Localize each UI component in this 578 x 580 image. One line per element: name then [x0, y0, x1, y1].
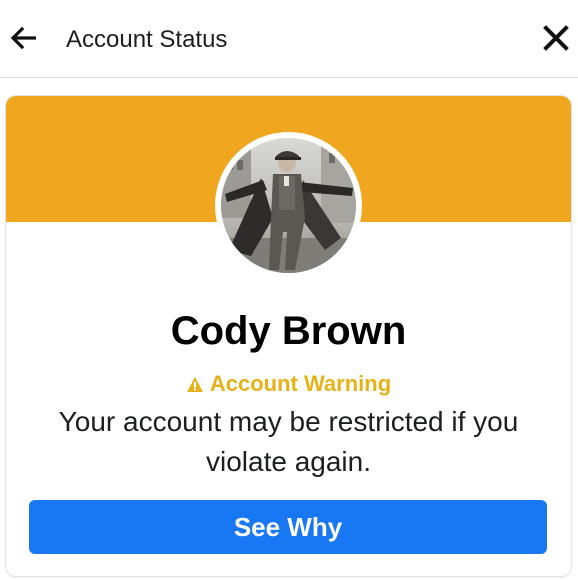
profile-name: Cody Brown: [170, 309, 407, 353]
warning-message: Your account may be restricted if you vi…: [58, 406, 519, 477]
arrow-left-icon: [10, 26, 36, 50]
top-bar: Account Status: [0, 0, 578, 78]
profile-photo: [221, 138, 356, 273]
warning-triangle-icon: [186, 376, 203, 392]
page-title: Account Status: [66, 26, 228, 53]
back-button[interactable]: [8, 22, 40, 54]
warning-label: Account Warning: [209, 371, 392, 396]
close-icon: [543, 25, 569, 51]
account-status-card: Cody Brown Account Warning Your account …: [6, 96, 571, 576]
close-button[interactable]: [538, 20, 574, 56]
account-warning: Account Warning: [6, 370, 571, 398]
avatar[interactable]: [215, 132, 362, 279]
see-why-button[interactable]: See Why: [29, 500, 547, 554]
